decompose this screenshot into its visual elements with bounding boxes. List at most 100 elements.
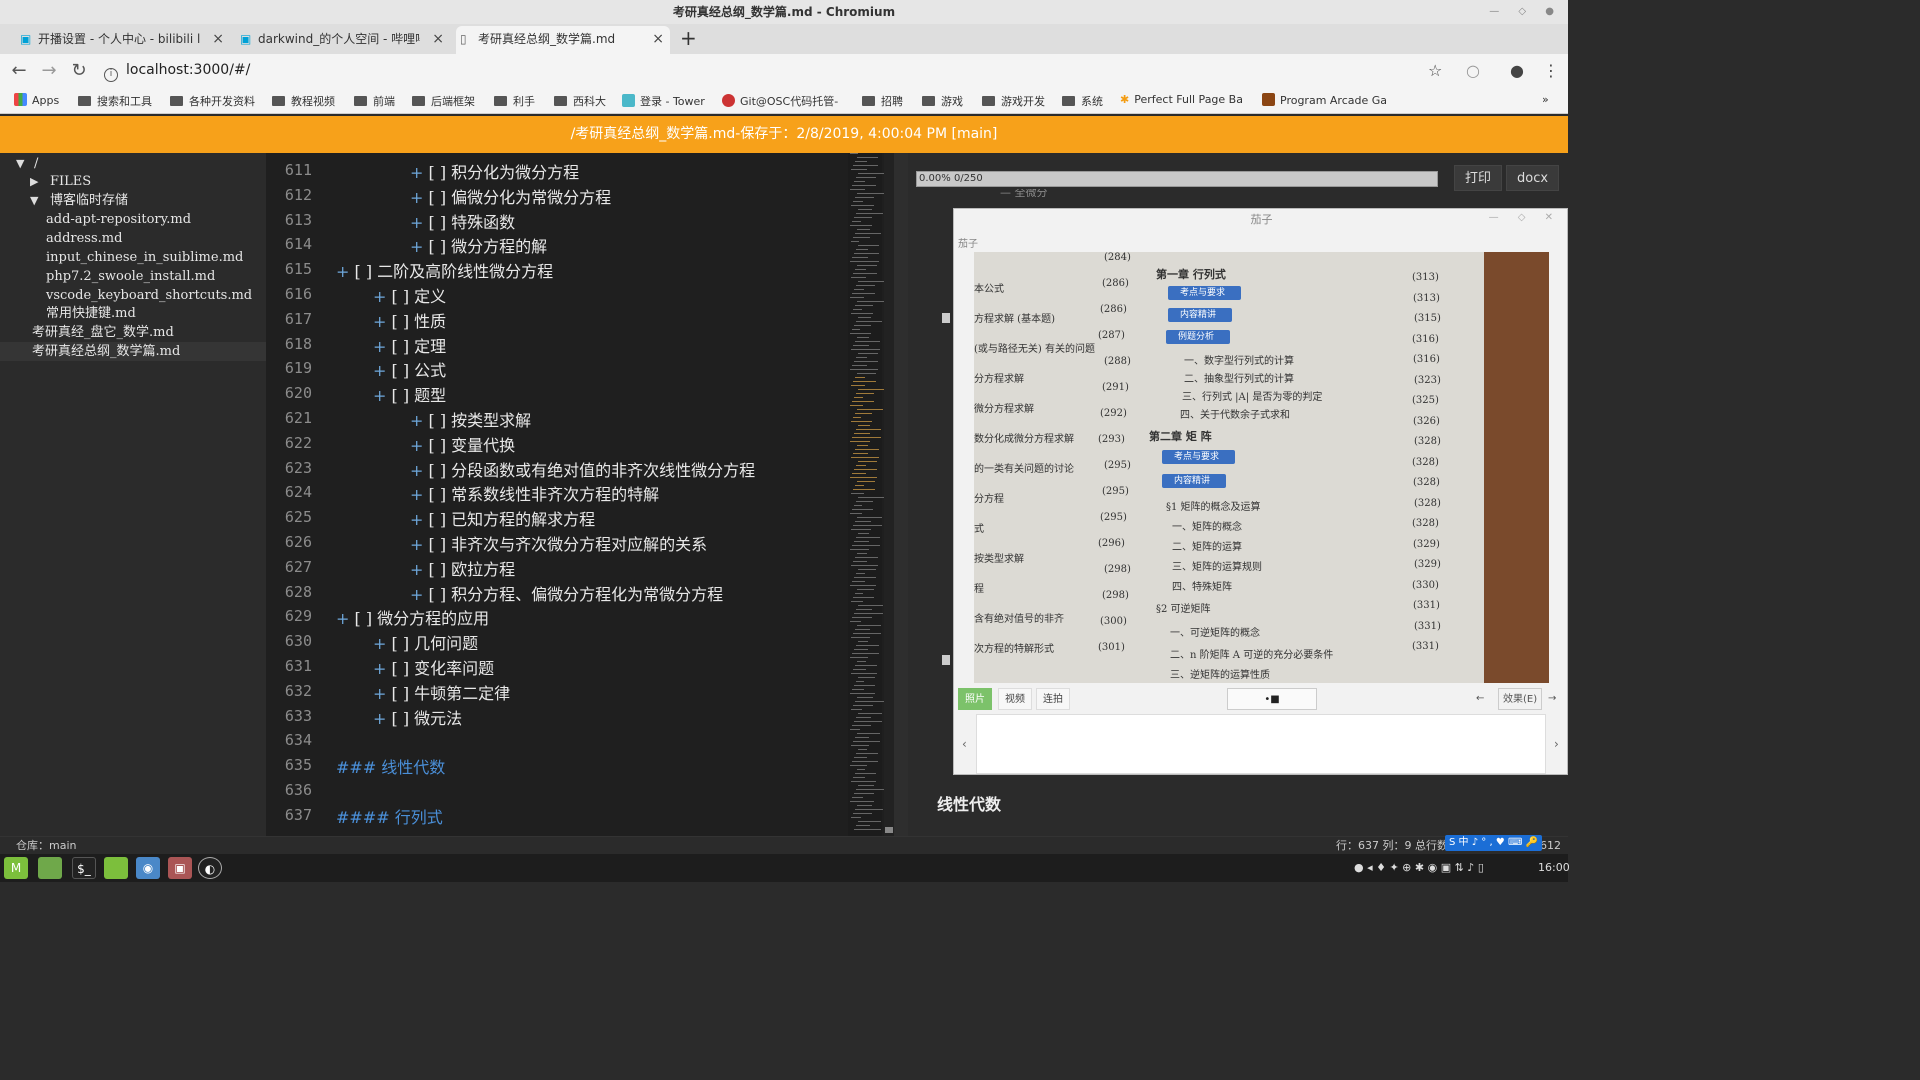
- bookmark-folder[interactable]: 搜索和工具: [78, 93, 152, 109]
- tree-file[interactable]: add-apt-repository.md: [0, 210, 266, 229]
- bookmark-folder[interactable]: 系统: [1062, 93, 1103, 109]
- menu-icon[interactable]: ⋮: [1543, 61, 1559, 80]
- code-line[interactable]: + [ ] 定义: [373, 283, 446, 307]
- code-line[interactable]: + [ ] 按类型求解: [410, 407, 531, 431]
- prev-icon[interactable]: ←: [1476, 688, 1484, 710]
- code-line[interactable]: + [ ] 微元法: [373, 705, 462, 729]
- chromium-icon[interactable]: ◉: [136, 857, 160, 879]
- browser-tab-bilibili-link[interactable]: ▣ 开播设置 - 个人中心 - bilibili link ×: [16, 26, 230, 54]
- new-tab-icon[interactable]: +: [680, 26, 697, 50]
- bookmark-gitosc[interactable]: Git@OSC代码托管-: [722, 93, 838, 109]
- code-line[interactable]: ### 线性代数: [336, 754, 445, 778]
- bookmark-perfect-full-page[interactable]: ✱ Perfect Full Page Ba: [1120, 93, 1243, 106]
- close-icon[interactable]: ×: [212, 26, 224, 52]
- code-line[interactable]: + [ ] 偏微分化为常微分方程: [410, 184, 611, 208]
- code-line[interactable]: #### 行列式: [336, 804, 443, 828]
- tree-file[interactable]: address.md: [0, 229, 266, 248]
- code-line[interactable]: + [ ] 常系数线性非齐次方程的特解: [410, 481, 659, 505]
- code-line[interactable]: + [ ] 性质: [373, 308, 446, 332]
- code-line[interactable]: + [ ] 特殊函数: [410, 209, 515, 233]
- minimap[interactable]: [848, 153, 887, 836]
- show-desktop-icon[interactable]: [38, 857, 62, 879]
- forward-icon[interactable]: →: [38, 60, 60, 81]
- code-line[interactable]: + [ ] 微分方程的解: [410, 233, 547, 257]
- code-line[interactable]: + [ ] 欧拉方程: [410, 556, 515, 580]
- code-line[interactable]: + [ ] 变化率问题: [373, 655, 494, 679]
- code-line[interactable]: + [ ] 公式: [373, 357, 446, 381]
- code-line[interactable]: + [ ] 题型: [373, 382, 446, 406]
- tree-file[interactable]: vscode_keyboard_shortcuts.md: [0, 286, 266, 305]
- mode-tab-burst[interactable]: 连拍: [1036, 688, 1070, 710]
- bookmark-folder[interactable]: 招聘: [862, 93, 903, 109]
- thumbnail-strip[interactable]: [976, 714, 1546, 774]
- code-line[interactable]: + [ ] 积分方程、偏微分方程化为常微分方程: [410, 581, 723, 605]
- strip-left-icon[interactable]: ‹: [962, 737, 967, 751]
- next-icon[interactable]: →: [1548, 688, 1556, 710]
- bookmark-folder[interactable]: 利手: [494, 93, 535, 109]
- bookmark-program-arcade[interactable]: Program Arcade Ga: [1262, 93, 1387, 107]
- bookmark-folder[interactable]: 西科大: [554, 93, 606, 109]
- tree-root[interactable]: ▼ /: [0, 154, 266, 173]
- bookmark-folder[interactable]: 教程视频: [272, 93, 335, 109]
- code-line[interactable]: + [ ] 定理: [373, 333, 446, 357]
- url-field[interactable]: i localhost:3000/#/: [104, 62, 250, 82]
- tree-file[interactable]: input_chinese_in_suiblime.md: [0, 248, 266, 267]
- back-icon[interactable]: ←: [8, 60, 30, 81]
- docx-button[interactable]: docx: [1506, 165, 1560, 191]
- obs-icon[interactable]: ◐: [198, 857, 222, 879]
- markdown-editor[interactable]: 611 612 613 614 615 616 617 618 619 620 621 622 623 6…: [266, 153, 894, 836]
- bookmark-star-icon[interactable]: ☆: [1428, 61, 1442, 80]
- extension-icon[interactable]: ○: [1466, 61, 1480, 80]
- files-icon[interactable]: [104, 857, 128, 879]
- profile-icon[interactable]: ●: [1510, 61, 1524, 80]
- code-line[interactable]: + [ ] 二阶及高阶线性微分方程: [336, 258, 553, 282]
- terminal-icon[interactable]: $_: [72, 857, 96, 879]
- bookmark-tower[interactable]: 登录 - Tower: [622, 93, 705, 109]
- expand-arrow-icon[interactable]: ▼: [30, 191, 38, 210]
- code-line[interactable]: + [ ] 分段函数或有绝对值的非齐次线性微分方程: [410, 457, 755, 481]
- code-line[interactable]: + [ ] 已知方程的解求方程: [410, 506, 595, 530]
- tree-file[interactable]: 常用快捷键.md: [0, 304, 266, 323]
- mint-menu-icon[interactable]: M: [4, 857, 28, 879]
- camera-window-controls[interactable]: — ◇ ✕: [1489, 212, 1561, 223]
- strip-right-icon[interactable]: ›: [1554, 737, 1559, 751]
- reload-icon[interactable]: ↻: [68, 60, 90, 81]
- effects-button[interactable]: 效果(E): [1498, 688, 1543, 710]
- editor-scrollbar[interactable]: [884, 153, 894, 836]
- code-line[interactable]: + [ ] 牛顿第二定律: [373, 680, 510, 704]
- bookmarks-overflow-icon[interactable]: »: [1542, 93, 1549, 106]
- bookmark-folder[interactable]: 各种开发资料: [170, 93, 255, 109]
- tree-file[interactable]: 考研真经_盘它_数学.md: [0, 323, 266, 342]
- expand-arrow-icon[interactable]: ▼: [16, 154, 24, 173]
- tree-folder-blog[interactable]: ▼ 博客临时存储: [0, 191, 266, 210]
- print-button[interactable]: 打印: [1454, 165, 1503, 191]
- screenshot-icon[interactable]: ▣: [168, 857, 192, 879]
- code-line[interactable]: + [ ] 非齐次与齐次微分方程对应解的关系: [410, 531, 707, 555]
- mode-tab-photo[interactable]: 照片: [958, 688, 992, 710]
- bookmark-folder[interactable]: 后端框架: [412, 93, 475, 109]
- bookmark-folder[interactable]: 前端: [354, 93, 395, 109]
- info-icon[interactable]: i: [104, 68, 118, 82]
- bookmark-apps[interactable]: Apps: [14, 93, 59, 107]
- collapse-arrow-icon[interactable]: ▶: [30, 172, 38, 191]
- system-tray-icons[interactable]: ● ◂ ♦ ✦ ⊕ ✱ ◉ ▣ ⇅ ♪ ▯: [1354, 861, 1484, 874]
- code-line[interactable]: + [ ] 变量代换: [410, 432, 515, 456]
- tree-folder-files[interactable]: ▶ FILES: [0, 172, 266, 191]
- pane-divider[interactable]: [894, 153, 908, 836]
- scrollbar-thumb[interactable]: [885, 827, 893, 833]
- code-line[interactable]: + [ ] 几何问题: [373, 630, 478, 654]
- shutter-button[interactable]: •■: [1227, 688, 1317, 710]
- bookmark-folder[interactable]: 游戏: [922, 93, 963, 109]
- ime-toolbar[interactable]: S 中 ♪ ° , ♥ ⌨ 🔑: [1445, 835, 1543, 851]
- bookmark-folder[interactable]: 游戏开发: [982, 93, 1045, 109]
- tree-file[interactable]: php7.2_swoole_install.md: [0, 267, 266, 286]
- browser-tab-bilibili-space[interactable]: ▣ darkwind_的个人空间 - 哔哩哔哩 ×: [236, 26, 450, 54]
- window-controls[interactable]: — ◇ ●: [1489, 0, 1562, 24]
- browser-tab-active[interactable]: ▯ 考研真经总纲_数学篇.md ×: [456, 26, 670, 54]
- close-icon[interactable]: ×: [432, 26, 444, 52]
- code-line[interactable]: + [ ] 微分方程的应用: [336, 605, 489, 629]
- mode-tab-video[interactable]: 视频: [998, 688, 1032, 710]
- close-icon[interactable]: ×: [652, 26, 664, 52]
- code-line[interactable]: + [ ] 积分化为微分方程: [410, 159, 579, 183]
- tree-file-selected[interactable]: 考研真经总纲_数学篇.md: [0, 342, 266, 361]
